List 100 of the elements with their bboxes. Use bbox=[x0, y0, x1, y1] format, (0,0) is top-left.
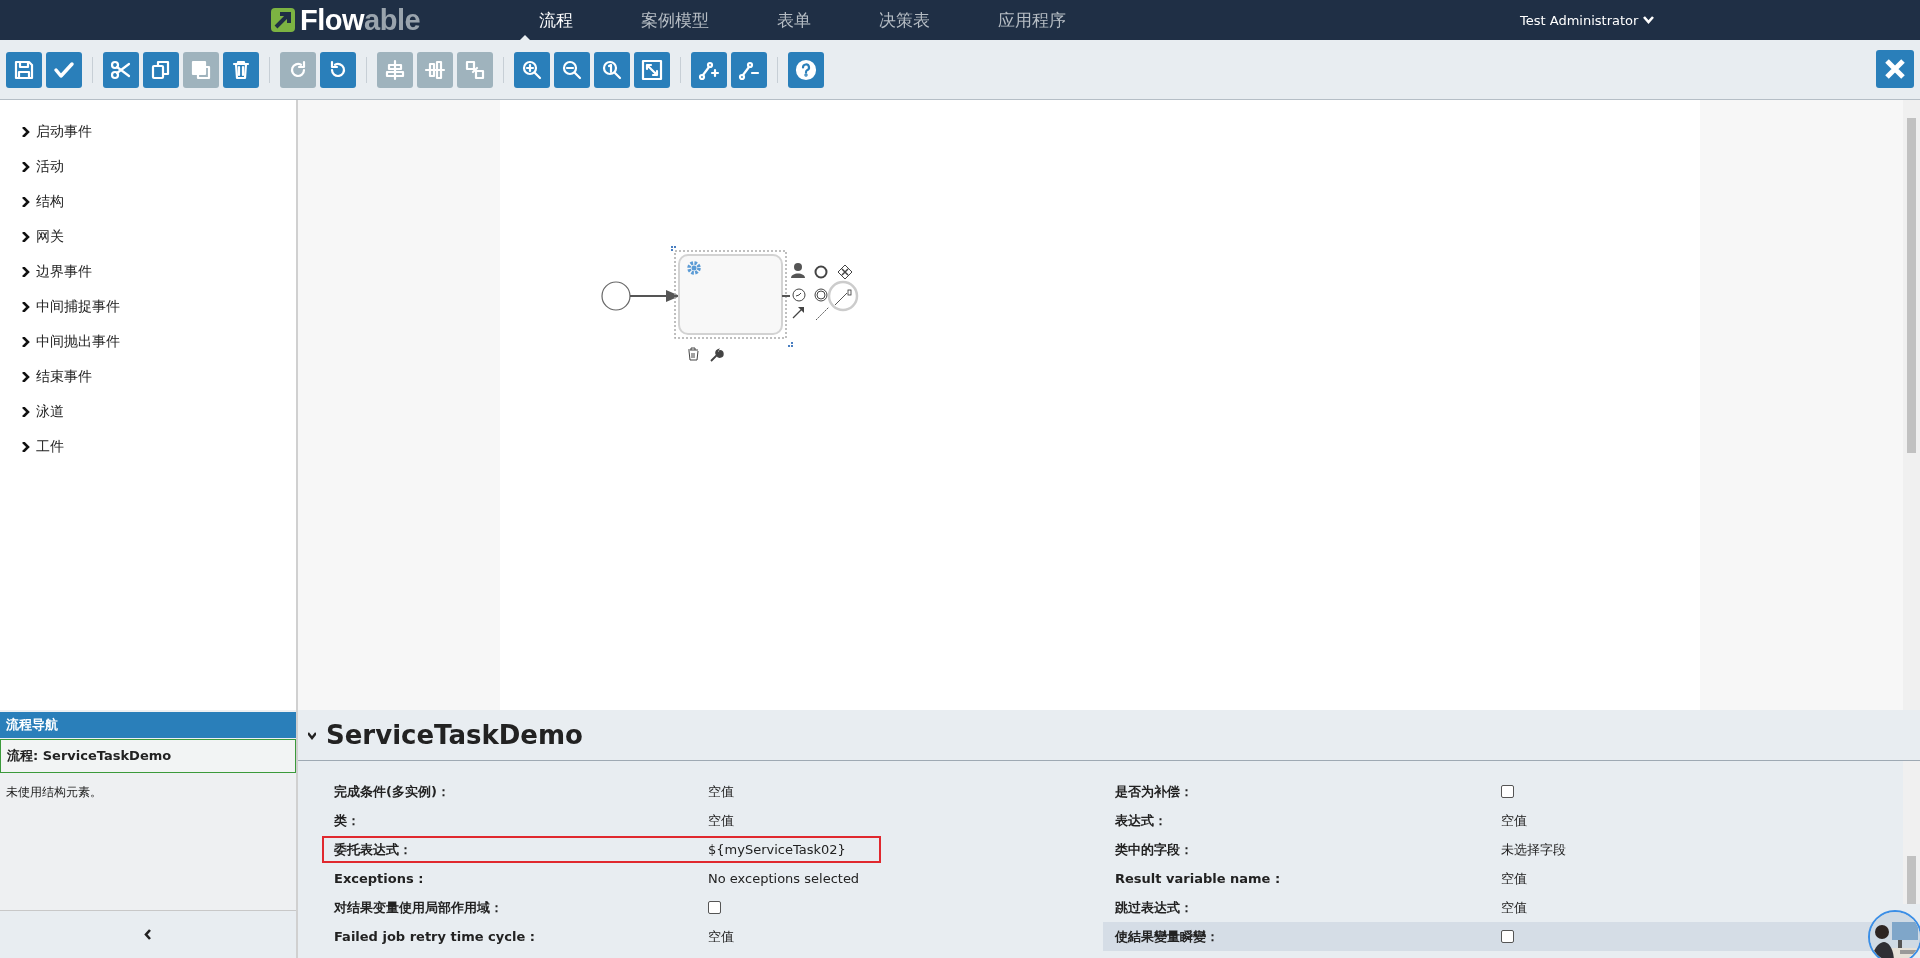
property-label: 类中的字段： bbox=[1115, 840, 1194, 859]
start-event[interactable] bbox=[601, 281, 631, 311]
property-label: 完成条件(多实例)： bbox=[334, 782, 451, 801]
palette-group[interactable]: 结构 bbox=[0, 184, 296, 219]
zoom-actual-button[interactable] bbox=[594, 51, 630, 88]
chevron-icon bbox=[22, 336, 30, 347]
delete-button[interactable] bbox=[223, 51, 259, 88]
save-icon bbox=[13, 58, 35, 81]
chevron-icon bbox=[22, 441, 30, 452]
palette-group[interactable]: 边界事件 bbox=[0, 254, 296, 289]
zoom-out-icon bbox=[561, 58, 583, 81]
property-value: No exceptions selected bbox=[708, 871, 860, 886]
chevron-icon bbox=[22, 406, 30, 417]
property-value: 空值 bbox=[1501, 898, 1527, 917]
nav-tab[interactable]: 案例模型 bbox=[607, 0, 743, 40]
property-label: Failed job retry time cycle : bbox=[334, 929, 536, 944]
property-value: 空值 bbox=[708, 782, 734, 801]
gateway-icon[interactable] bbox=[837, 264, 853, 280]
chevron-icon bbox=[22, 126, 30, 137]
zoom-in-icon bbox=[521, 58, 543, 81]
property-label: Exceptions : bbox=[334, 871, 425, 886]
property-value: 未选择字段 bbox=[1501, 840, 1566, 859]
property-value: 空值 bbox=[708, 927, 734, 946]
save-button[interactable] bbox=[6, 51, 42, 88]
property-label: 表达式： bbox=[1115, 811, 1168, 830]
align-horizontal-icon bbox=[384, 58, 406, 81]
scrollbar[interactable] bbox=[1903, 761, 1920, 904]
logo-text: Flowable bbox=[300, 3, 421, 37]
wrench-icon[interactable] bbox=[710, 349, 724, 362]
close-button[interactable] bbox=[1876, 50, 1914, 88]
property-value: 空值 bbox=[1501, 869, 1527, 888]
chevron-icon bbox=[22, 266, 30, 277]
palette-group[interactable]: 结束事件 bbox=[0, 359, 296, 394]
palette-group[interactable]: 网关 bbox=[0, 219, 296, 254]
resize-icon bbox=[464, 58, 486, 81]
gear-icon bbox=[687, 261, 701, 275]
chevron-icon bbox=[22, 301, 30, 312]
chevron-left-icon bbox=[144, 929, 152, 940]
zoom-actual-icon bbox=[601, 58, 623, 81]
property-value: ${myServiceTask02} bbox=[708, 842, 846, 857]
property-label: 是否为补偿： bbox=[1115, 782, 1194, 801]
trash-icon[interactable] bbox=[687, 347, 699, 361]
add-bendpoint-button[interactable] bbox=[691, 51, 727, 88]
nav-tab[interactable]: 表单 bbox=[743, 0, 845, 40]
checkbox[interactable] bbox=[1501, 785, 1514, 798]
property-label: 使結果變量瞬變： bbox=[1115, 927, 1220, 946]
close-icon bbox=[1884, 58, 1906, 80]
property-value: 空值 bbox=[708, 811, 734, 830]
timer-icon[interactable] bbox=[792, 288, 806, 302]
palette-group[interactable]: 中间捕捉事件 bbox=[0, 289, 296, 324]
zoom-out-button[interactable] bbox=[554, 51, 590, 88]
chevron-down-icon bbox=[1643, 16, 1655, 24]
zoom-in-button[interactable] bbox=[514, 51, 550, 88]
palette-group[interactable]: 泳道 bbox=[0, 394, 296, 429]
property-label: 跳过表达式： bbox=[1115, 898, 1194, 917]
fit-icon bbox=[641, 58, 663, 81]
scrollbar[interactable] bbox=[1903, 100, 1920, 710]
intermediate-event-icon[interactable] bbox=[814, 288, 828, 302]
logo-icon bbox=[270, 7, 296, 33]
sequence-flow-arrow[interactable] bbox=[629, 290, 680, 302]
panel-header: 流程导航 bbox=[0, 712, 296, 738]
nav-tab[interactable]: 流程 bbox=[505, 0, 607, 40]
chevron-icon bbox=[22, 196, 30, 207]
nav-tab[interactable]: 应用程序 bbox=[964, 0, 1100, 40]
palette-group[interactable]: 工件 bbox=[0, 429, 296, 464]
user-menu[interactable]: Test Administrator bbox=[1520, 12, 1639, 28]
palette-group[interactable]: 启动事件 bbox=[0, 114, 296, 149]
validate-button[interactable] bbox=[46, 51, 82, 88]
association-icon[interactable] bbox=[834, 289, 852, 306]
navigator-item[interactable]: 流程: ServiceTaskDemo bbox=[0, 739, 296, 773]
align-vertical-icon bbox=[424, 58, 446, 81]
help-icon bbox=[795, 58, 817, 81]
zoom-fit-button[interactable] bbox=[634, 51, 670, 88]
checkbox[interactable] bbox=[1501, 930, 1514, 943]
palette-group[interactable]: 活动 bbox=[0, 149, 296, 184]
chevron-icon bbox=[22, 371, 30, 382]
scissors-icon bbox=[110, 58, 132, 81]
paste-icon bbox=[190, 58, 212, 81]
help-button[interactable] bbox=[788, 51, 824, 88]
dashed-line-icon[interactable] bbox=[815, 306, 830, 321]
copy-icon bbox=[150, 58, 172, 81]
arrow-icon[interactable] bbox=[792, 307, 804, 319]
chevron-icon bbox=[308, 730, 316, 741]
remove-bendpoint-button[interactable] bbox=[731, 51, 767, 88]
property-value: 空值 bbox=[1501, 811, 1527, 830]
chevron-icon bbox=[22, 161, 30, 172]
person-icon[interactable] bbox=[791, 263, 805, 278]
nav-tab[interactable]: 决策表 bbox=[845, 0, 964, 40]
property-label: 对结果变量使用局部作用域： bbox=[334, 898, 504, 917]
end-event-icon[interactable] bbox=[814, 265, 828, 279]
end-event-preview bbox=[827, 280, 859, 312]
chevron-icon bbox=[22, 231, 30, 242]
copy-button[interactable] bbox=[143, 51, 179, 88]
resize-handle-icon[interactable] bbox=[788, 342, 793, 347]
palette-group[interactable]: 中间抛出事件 bbox=[0, 324, 296, 359]
checkbox[interactable] bbox=[708, 901, 721, 914]
cut-button[interactable] bbox=[103, 51, 139, 88]
resize-handle-icon[interactable] bbox=[671, 246, 676, 251]
property-label: 类： bbox=[334, 811, 361, 830]
undo-button[interactable] bbox=[320, 51, 356, 88]
